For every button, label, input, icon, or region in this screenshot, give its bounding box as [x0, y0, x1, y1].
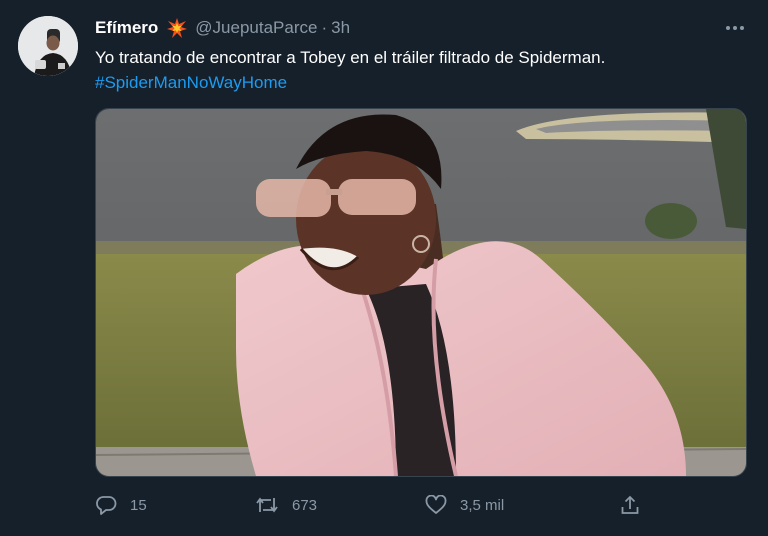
- like-count: 3,5 mil: [460, 496, 505, 514]
- share-icon: [621, 495, 639, 514]
- more-options-icon[interactable]: [724, 18, 746, 38]
- retweet-button[interactable]: 673: [255, 492, 317, 518]
- avatar-image: [18, 16, 78, 76]
- meme-photo: [96, 109, 746, 476]
- separator-dot: ·: [321, 18, 328, 37]
- display-name[interactable]: Efímero: [95, 18, 158, 38]
- reply-icon: [96, 496, 117, 515]
- timestamp[interactable]: 3h: [331, 18, 350, 38]
- tweet-media-image[interactable]: [95, 108, 747, 477]
- retweet-count: 673: [292, 496, 318, 514]
- avatar[interactable]: [18, 16, 78, 76]
- tweet-text: Yo tratando de encontrar a Tobey en el t…: [95, 45, 735, 95]
- like-button[interactable]: 3,5 mil: [425, 492, 504, 518]
- reply-count: 15: [130, 496, 147, 514]
- reply-button[interactable]: 15: [95, 492, 147, 518]
- user-handle[interactable]: @JueputaParce: [195, 18, 317, 38]
- tweet-card[interactable]: Efímero @JueputaParce · 3h Yo tratando d…: [0, 0, 768, 536]
- retweet-icon: [256, 497, 278, 513]
- collision-emoji-icon: [167, 18, 188, 38]
- tweet-actions: 15 673 3,5 mil: [95, 492, 745, 518]
- hashtag-link[interactable]: #SpiderManNoWayHome: [95, 70, 735, 95]
- tweet-body: Yo tratando de encontrar a Tobey en el t…: [95, 48, 606, 67]
- tweet-header: Efímero @JueputaParce · 3h: [95, 17, 350, 39]
- heart-icon: [425, 495, 447, 514]
- share-button[interactable]: [619, 492, 641, 518]
